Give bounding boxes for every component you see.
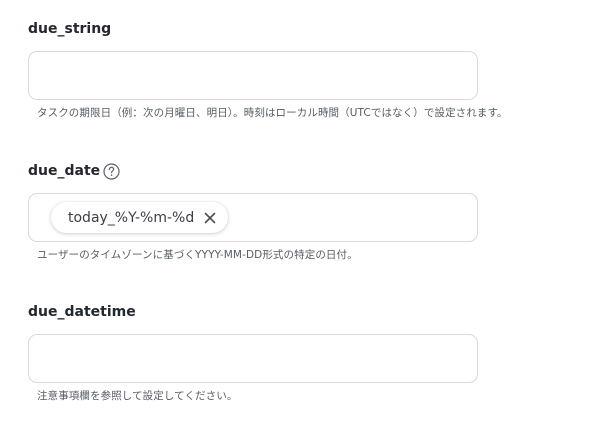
due-string-description: タスクの期限日（例：次の月曜日、明日）。時刻はローカル時間（UTCではなく）で設… (37, 107, 508, 119)
due-string-label: due_string (28, 21, 112, 37)
due-string-input[interactable] (28, 51, 478, 100)
field-due-date: due_date today_%Y-%m-%d ユーザーのタイムゾーンに基づくY… (28, 161, 478, 262)
field-label: due_string (28, 19, 478, 39)
field-label: due_datetime (28, 302, 478, 322)
close-icon[interactable] (202, 210, 218, 226)
field-due-datetime: due_datetime 注意事項欄を参照して設定してください。 (28, 302, 478, 403)
field-label: due_date (28, 161, 478, 181)
due-datetime-description: 注意事項欄を参照して設定してください。 (37, 390, 238, 402)
due-datetime-label: due_datetime (28, 304, 136, 320)
due-date-description: ユーザーのタイムゾーンに基づくYYYY-MM-DD形式の特定の日付。 (37, 249, 358, 261)
chip-text: today_%Y-%m-%d (68, 209, 195, 226)
field-due-string: due_string タスクの期限日（例：次の月曜日、明日）。時刻はローカル時間… (28, 19, 508, 120)
help-circle-icon[interactable] (103, 162, 120, 180)
variable-chip[interactable]: today_%Y-%m-%d (51, 202, 229, 233)
due-date-input[interactable]: today_%Y-%m-%d (28, 193, 478, 242)
due-date-label: due_date (28, 163, 101, 179)
due-datetime-input[interactable] (28, 334, 478, 383)
